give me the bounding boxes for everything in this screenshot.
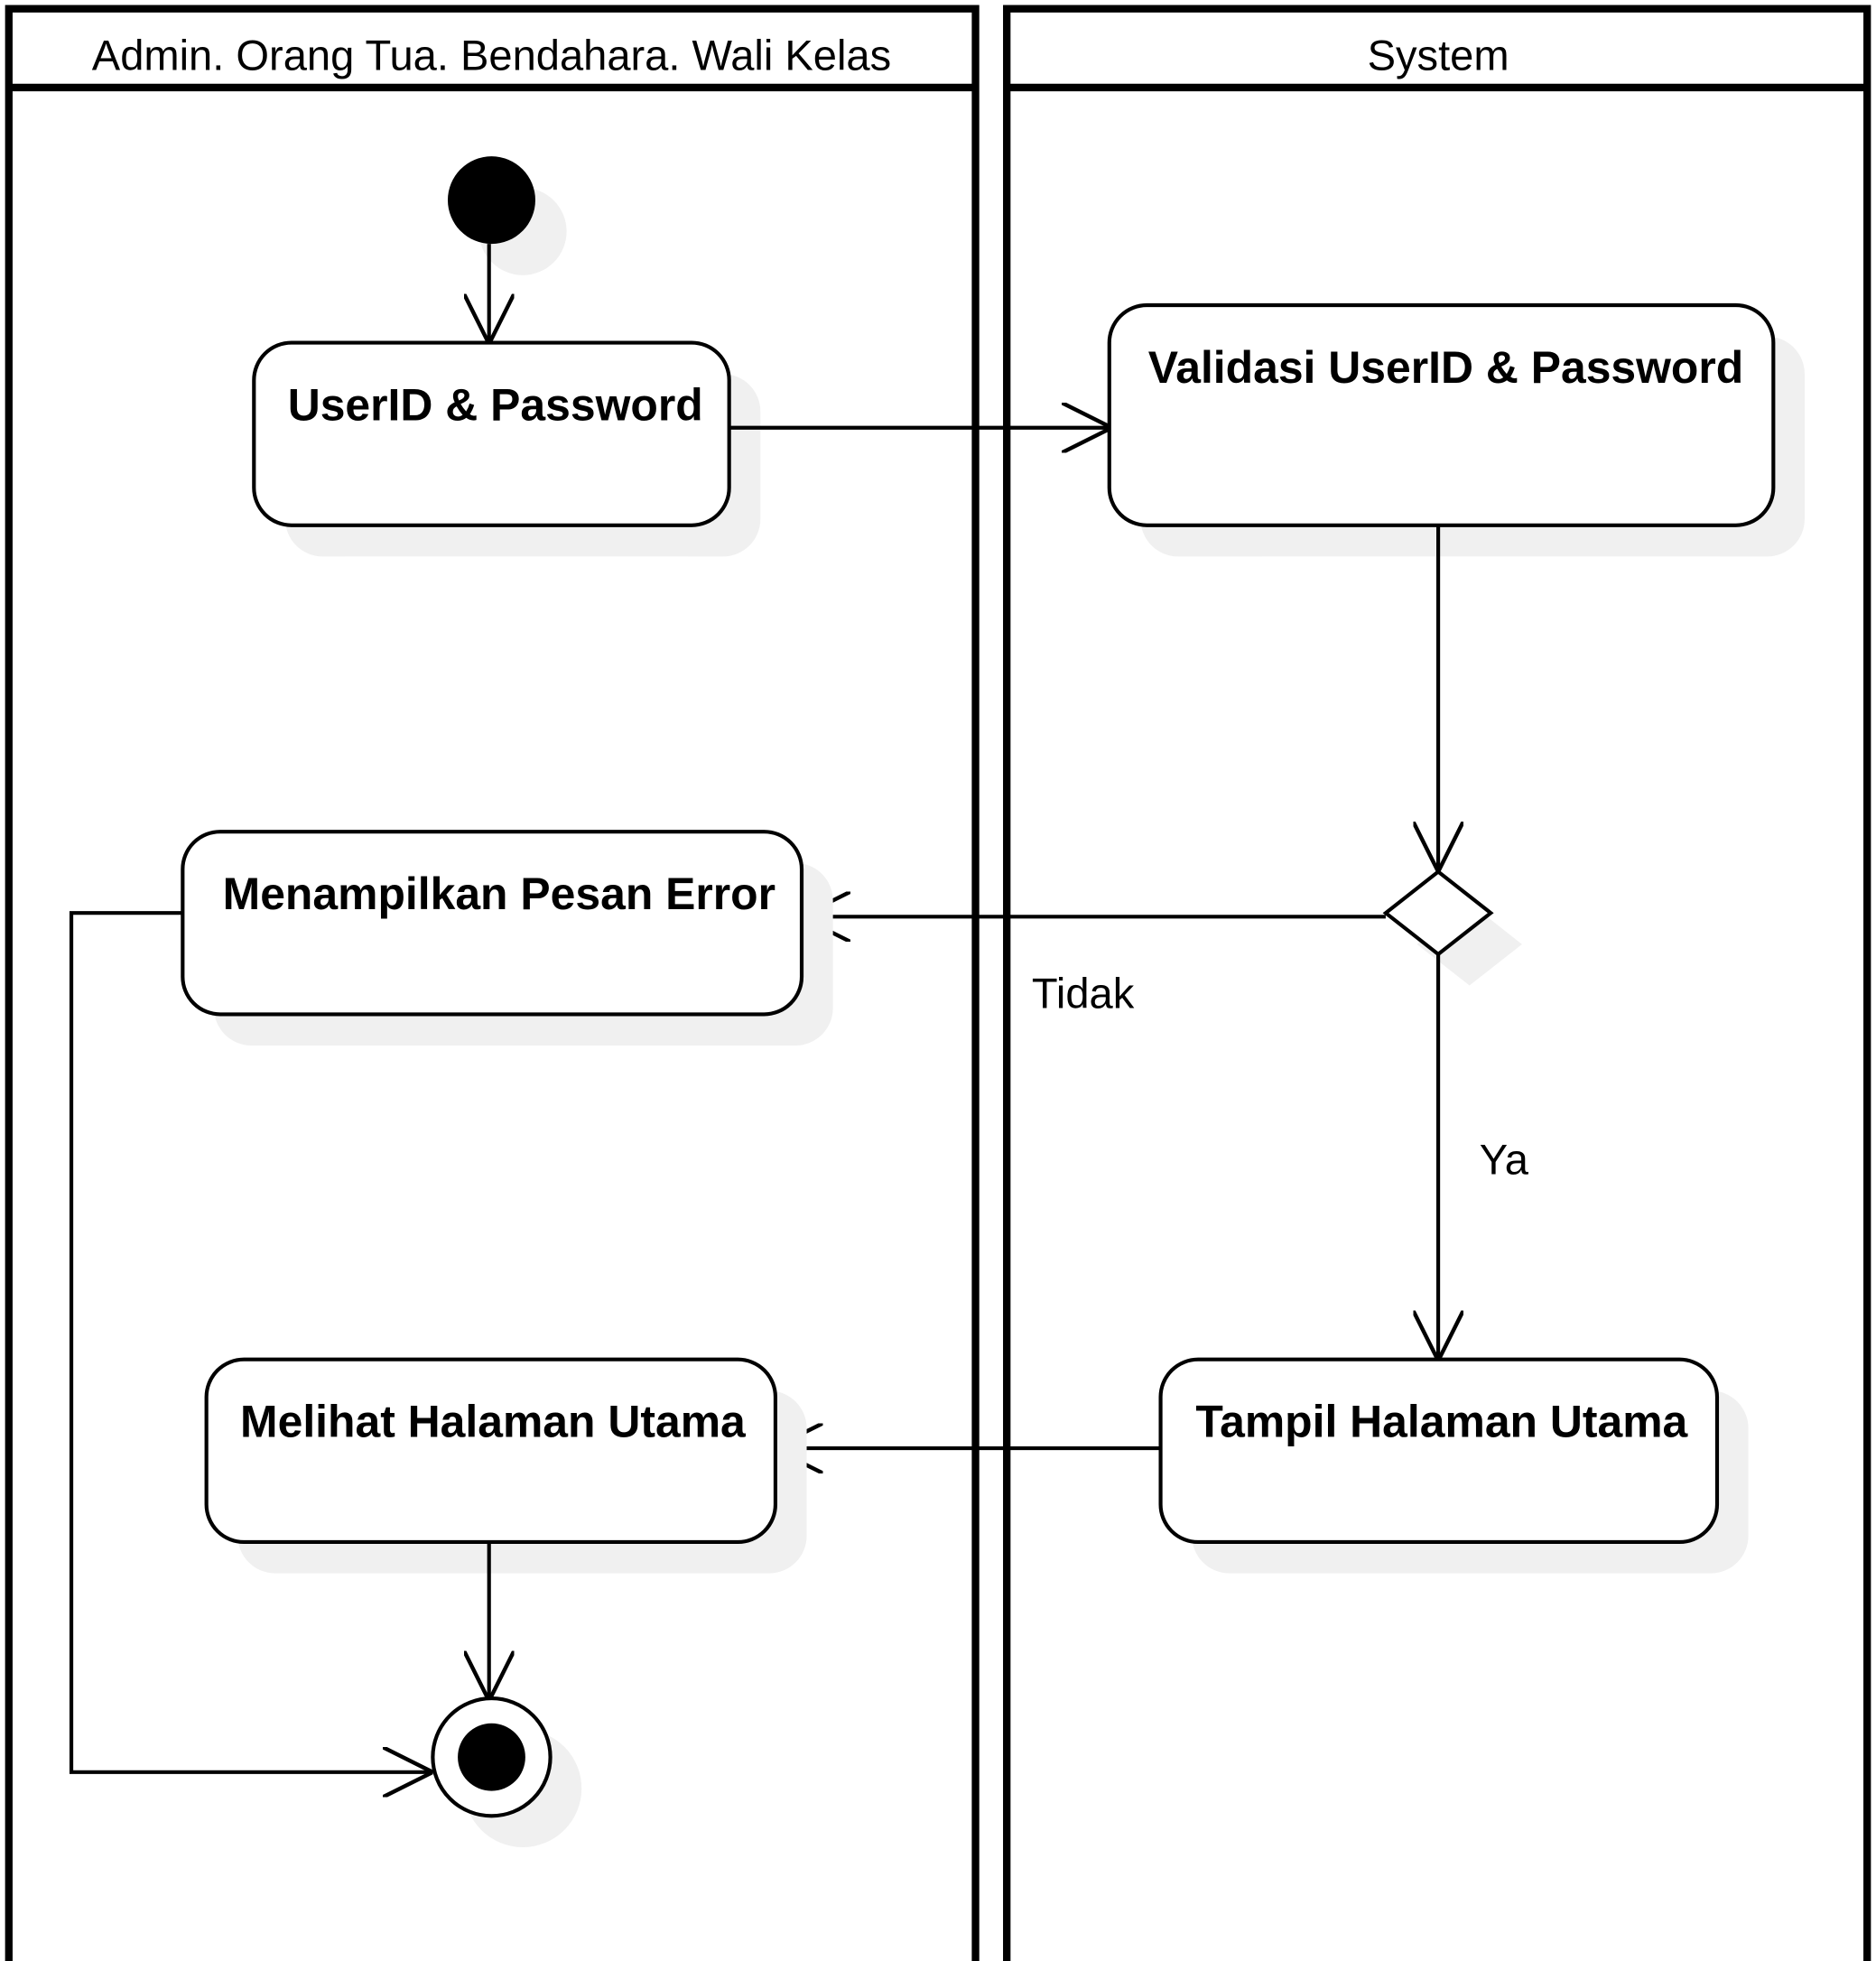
activity-diagram: Admin. Orang Tua. Bendahara. Wali Kelas …: [5, 5, 1871, 1961]
swimlane-user-title: Admin. Orang Tua. Bendahara. Wali Kelas: [92, 32, 891, 79]
activity-label: Validasi UserID & Password: [1148, 342, 1744, 393]
activity-label: Melihat Halaman Utama: [240, 1397, 747, 1447]
decision-node: [1382, 869, 1522, 986]
activity-validasi: Validasi UserID & Password: [1107, 302, 1805, 557]
activity-label: UserID & Password: [288, 379, 703, 430]
activity-label: Tampil Halaman Utama: [1195, 1397, 1688, 1447]
guard-no-label: Tidak: [1032, 969, 1135, 1017]
start-node: [448, 156, 567, 275]
activity-melihat-halaman-utama: Melihat Halaman Utama: [204, 1357, 807, 1574]
end-node: [431, 1696, 582, 1847]
activity-label: Menampilkan Pesan Error: [223, 869, 775, 919]
activity-tampil-halaman-utama: Tampil Halaman Utama: [1158, 1357, 1749, 1574]
guard-yes-label: Ya: [1480, 1136, 1529, 1184]
activity-pesan-error: Menampilkan Pesan Error: [181, 830, 833, 1046]
activity-userid-password: UserID & Password: [252, 340, 761, 557]
swimlane-system-title: System: [1368, 32, 1509, 79]
